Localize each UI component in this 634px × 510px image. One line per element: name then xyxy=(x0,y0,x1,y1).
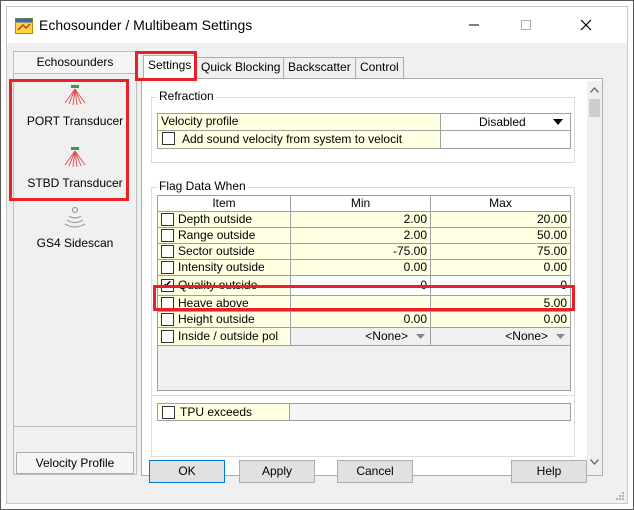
height-max-field[interactable]: 0.00 xyxy=(431,312,571,328)
left-panel-divider xyxy=(14,426,136,427)
height-outside-checkbox[interactable] xyxy=(161,313,174,326)
row-label: Range outside xyxy=(178,228,256,242)
range-min-field[interactable]: 2.00 xyxy=(291,228,431,244)
tab-backscatter[interactable]: Backscatter xyxy=(283,57,356,78)
sidescan-icon xyxy=(64,207,86,228)
flag-data-title: Flag Data When xyxy=(157,179,248,193)
velocity-profile-value: Disabled xyxy=(479,115,526,129)
velocity-profile-select[interactable]: Disabled xyxy=(441,113,571,131)
close-icon xyxy=(580,19,592,31)
sector-outside-checkbox[interactable] xyxy=(161,245,174,258)
heave-above-checkbox[interactable] xyxy=(161,297,174,310)
device-label: GS4 Sidescan xyxy=(36,236,114,250)
row-label: Intensity outside xyxy=(178,260,265,274)
row-label: Quality outside xyxy=(178,278,258,292)
tpu-exceeds-value xyxy=(290,403,571,421)
range-outside-checkbox[interactable] xyxy=(161,229,174,242)
row-label-cell[interactable]: Depth outside xyxy=(158,212,291,228)
row-label-cell[interactable]: Heave above xyxy=(158,296,291,312)
add-sound-velocity-label: Add sound velocity from system to veloci… xyxy=(182,132,403,146)
depth-min-field[interactable]: 2.00 xyxy=(291,212,431,228)
multibeam-icon xyxy=(64,85,86,106)
row-label: Inside / outside pol xyxy=(178,329,279,343)
row-label: Height outside xyxy=(178,312,255,326)
tpu-exceeds-label: TPU exceeds xyxy=(180,405,253,419)
velocity-profile-label: Velocity profile xyxy=(157,113,441,131)
range-max-field[interactable]: 50.00 xyxy=(431,228,571,244)
polygon-min-value: <None> xyxy=(365,329,408,343)
add-sound-velocity-checkbox[interactable] xyxy=(162,132,175,145)
minimize-icon xyxy=(469,24,479,26)
row-label: Depth outside xyxy=(178,212,253,226)
tab-quick-blocking[interactable]: Quick Blocking xyxy=(196,57,286,78)
row-label-cell[interactable]: Quality outside xyxy=(158,276,291,296)
resize-grip-icon[interactable] xyxy=(611,489,625,503)
chevron-down-icon xyxy=(415,333,425,339)
row-label-cell[interactable]: Height outside xyxy=(158,312,291,328)
inside-outside-polygon-checkbox[interactable] xyxy=(161,330,174,343)
tpu-exceeds-row[interactable]: TPU exceeds xyxy=(157,403,290,421)
polygon-max-value: <None> xyxy=(505,329,548,343)
chevron-down-icon xyxy=(555,333,565,339)
tab-control[interactable]: Control xyxy=(355,57,404,78)
help-button[interactable]: Help xyxy=(511,460,587,483)
scrollbar-thumb[interactable] xyxy=(589,99,600,117)
quality-outside-checkbox[interactable] xyxy=(161,278,174,293)
device-gs4-sidescan[interactable]: GS4 Sidescan xyxy=(14,198,136,256)
quality-min-field[interactable]: 0 xyxy=(291,276,431,296)
heave-min-field[interactable] xyxy=(291,296,431,312)
col-header-min: Min xyxy=(291,196,431,212)
row-label-cell[interactable]: Sector outside xyxy=(158,244,291,260)
vertical-scrollbar[interactable] xyxy=(587,81,602,475)
intensity-outside-checkbox[interactable] xyxy=(161,261,174,274)
chevron-up-icon[interactable] xyxy=(590,87,599,93)
depth-outside-checkbox[interactable] xyxy=(161,213,174,226)
echosounders-header: Echosounders xyxy=(14,52,136,74)
echosounder-list: Echosounders PORT Transducer STBD Transd… xyxy=(13,51,137,475)
row-label-cell[interactable]: Range outside xyxy=(158,228,291,244)
refraction-title: Refraction xyxy=(157,89,216,103)
heave-max-field[interactable]: 5.00 xyxy=(431,296,571,312)
intensity-max-field[interactable]: 0.00 xyxy=(431,260,571,276)
add-sound-velocity-value xyxy=(441,131,571,149)
device-port-transducer[interactable]: PORT Transducer xyxy=(14,76,136,134)
minimize-button[interactable] xyxy=(451,7,497,43)
col-header-item: Item xyxy=(158,196,291,212)
device-stbd-transducer[interactable]: STBD Transducer xyxy=(14,138,136,196)
app-icon xyxy=(15,18,33,34)
velocity-profile-button[interactable]: Velocity Profile xyxy=(16,452,134,474)
ok-button[interactable]: OK xyxy=(149,460,225,483)
device-label: STBD Transducer xyxy=(27,176,123,190)
col-header-max: Max xyxy=(431,196,571,212)
sector-max-field[interactable]: 75.00 xyxy=(431,244,571,260)
polygon-max-select[interactable]: <None> xyxy=(431,328,571,346)
multibeam-icon xyxy=(64,147,86,168)
settings-dialog: Echosounder / Multibeam Settings Echosou… xyxy=(6,6,628,504)
polygon-min-dropdown[interactable] xyxy=(412,329,428,343)
sector-min-field[interactable]: -75.00 xyxy=(291,244,431,260)
intensity-min-field[interactable]: 0.00 xyxy=(291,260,431,276)
maximize-icon xyxy=(521,20,531,30)
apply-button[interactable]: Apply xyxy=(239,460,315,483)
depth-max-field[interactable]: 20.00 xyxy=(431,212,571,228)
row-label-cell[interactable]: Inside / outside pol xyxy=(158,328,291,346)
chevron-down-icon xyxy=(553,119,563,125)
row-label: Heave above xyxy=(178,296,249,310)
height-min-field[interactable]: 0.00 xyxy=(291,312,431,328)
row-label: Sector outside xyxy=(178,244,255,258)
close-button[interactable] xyxy=(563,7,609,43)
window-title: Echosounder / Multibeam Settings xyxy=(39,17,253,33)
tpu-exceeds-checkbox[interactable] xyxy=(162,406,175,419)
tab-settings[interactable]: Settings xyxy=(143,55,197,79)
title-bar: Echosounder / Multibeam Settings xyxy=(7,7,627,43)
row-label-cell[interactable]: Intensity outside xyxy=(158,260,291,276)
polygon-max-dropdown[interactable] xyxy=(552,329,568,343)
cancel-button[interactable]: Cancel xyxy=(337,460,413,483)
chevron-down-icon[interactable] xyxy=(590,459,599,465)
quality-max-field[interactable]: 0 xyxy=(431,276,571,296)
add-sound-velocity-row[interactable]: Add sound velocity from system to veloci… xyxy=(157,131,441,149)
device-label: PORT Transducer xyxy=(26,114,124,128)
polygon-min-select[interactable]: <None> xyxy=(291,328,431,346)
maximize-button[interactable] xyxy=(503,7,549,43)
